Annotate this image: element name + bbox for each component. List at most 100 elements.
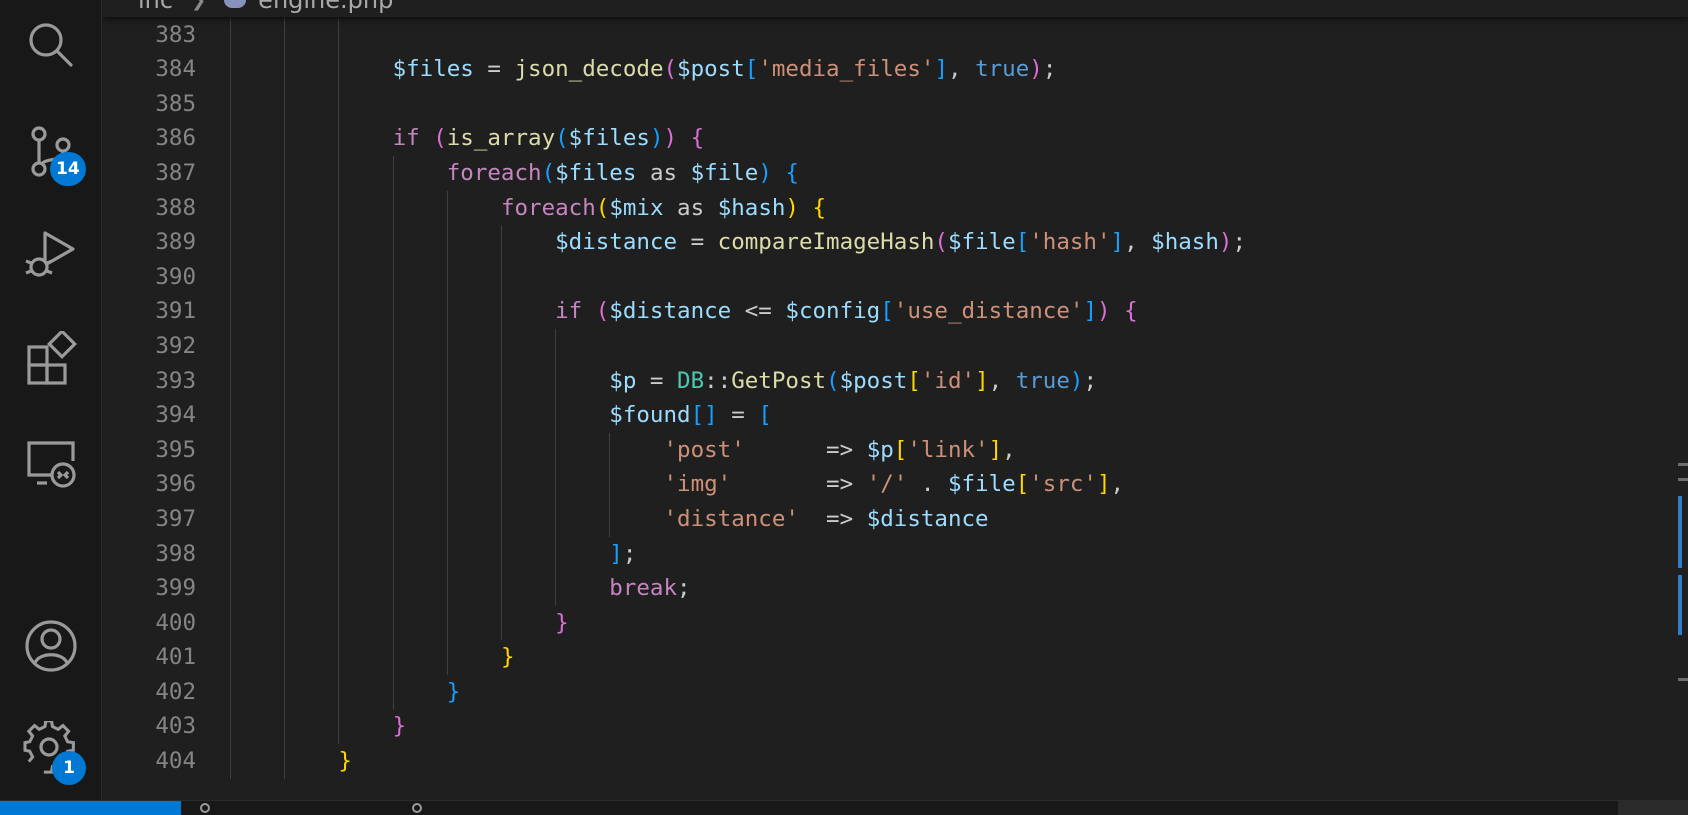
code-token: 'use_distance' xyxy=(893,298,1084,325)
line-text: $p = DB::GetPost($post['id'], true); xyxy=(230,364,1097,399)
code-token: $distance xyxy=(609,298,732,325)
code-token: ( xyxy=(663,56,678,83)
line-number: 400 xyxy=(155,609,196,636)
code-token: $file xyxy=(690,159,759,186)
account-icon[interactable] xyxy=(20,615,82,677)
code-line[interactable]: 388 foreach($mix as $hash) { xyxy=(102,191,1688,226)
code-line[interactable]: 392 xyxy=(102,329,1688,364)
code-token: [ xyxy=(880,298,894,325)
line-number: 389 xyxy=(155,229,196,256)
code-token: => xyxy=(731,471,867,498)
code-line[interactable]: 391 if ($distance <= $config['use_distan… xyxy=(102,294,1688,329)
branch-icon[interactable] xyxy=(200,803,210,813)
code-line[interactable]: 395 'post' => $p['link'], xyxy=(102,433,1688,468)
code-token: $hash xyxy=(1151,229,1219,256)
php-file-icon xyxy=(224,0,247,8)
code-token: { xyxy=(785,159,799,186)
line-text: $distance = compareImageHash($file['hash… xyxy=(230,225,1246,260)
code-token: ] xyxy=(934,56,948,83)
code-token: $hash xyxy=(717,194,786,221)
code-token: foreach xyxy=(500,194,596,221)
line-number: 397 xyxy=(155,505,196,532)
code-token: ] xyxy=(988,436,1003,463)
code-token: . xyxy=(907,471,948,498)
code-line[interactable]: 389 $distance = compareImageHash($file['… xyxy=(102,225,1688,260)
run-debug-icon[interactable] xyxy=(20,222,82,284)
code-line[interactable]: 403 } xyxy=(102,709,1688,744)
code-token: [] xyxy=(690,402,718,429)
code-token: } xyxy=(392,713,407,740)
code-line[interactable]: 387 foreach($files as $file) { xyxy=(102,156,1688,191)
line-number: 384 xyxy=(155,56,196,83)
line-number: 387 xyxy=(155,159,196,186)
code-token: ) xyxy=(649,125,664,152)
breadcrumb-file[interactable]: engine.php xyxy=(258,0,393,14)
code-line[interactable]: 404 } xyxy=(102,744,1688,779)
notifications-area[interactable] xyxy=(1618,801,1688,815)
code-line[interactable]: 393 $p = DB::GetPost($post['id'], true); xyxy=(102,364,1688,399)
search-icon[interactable] xyxy=(20,14,82,76)
code-token: ; xyxy=(1042,56,1057,83)
remote-explorer-icon[interactable] xyxy=(20,432,82,494)
code-token: ( xyxy=(541,159,556,186)
code-line[interactable]: 402 } xyxy=(102,675,1688,710)
code-token: $files xyxy=(392,56,474,83)
code-token: , xyxy=(988,367,1016,394)
code-token: 'img' xyxy=(663,471,732,498)
code-token: } xyxy=(500,644,515,671)
code-token: [ xyxy=(744,56,759,83)
code-line[interactable]: 396 'img' => '/' . $file['src'], xyxy=(102,467,1688,502)
code-token: $p xyxy=(609,367,637,394)
code-line[interactable]: 394 $found[] = [ xyxy=(102,398,1688,433)
line-number: 388 xyxy=(155,194,196,221)
code-token: <= xyxy=(731,298,786,325)
overview-ruler[interactable] xyxy=(1674,0,1688,800)
ruler-mark xyxy=(1678,463,1688,466)
code-token: ( xyxy=(595,298,610,325)
code-token: = xyxy=(636,367,678,394)
ruler-mark xyxy=(1678,478,1688,481)
extensions-icon[interactable] xyxy=(20,328,82,390)
code-token: foreach xyxy=(446,159,542,186)
line-number: 395 xyxy=(155,436,196,463)
code-token: [ xyxy=(893,436,908,463)
code-line[interactable]: 397 'distance' => $distance xyxy=(102,502,1688,537)
code-token: ) xyxy=(1218,229,1233,256)
ruler-mark-modified xyxy=(1678,575,1682,635)
code-line[interactable]: 401 } xyxy=(102,640,1688,675)
remote-indicator[interactable] xyxy=(0,801,181,815)
indent-guide xyxy=(609,432,611,537)
code-line[interactable]: 390 xyxy=(102,260,1688,295)
code-line[interactable]: 398 ]; xyxy=(102,537,1688,572)
line-text: 'post' => $p['link'], xyxy=(230,433,1016,468)
indent-guide xyxy=(392,156,394,710)
line-number: 403 xyxy=(155,713,196,740)
code-token: => xyxy=(798,505,867,532)
code-line[interactable]: 384 $files = json_decode($post['media_fi… xyxy=(102,52,1688,87)
code-token: { xyxy=(812,194,827,221)
breadcrumb-folder[interactable]: inc xyxy=(138,0,173,14)
line-number: 385 xyxy=(155,90,196,117)
code-line[interactable]: 386 if (is_array($files)) { xyxy=(102,121,1688,156)
code-line[interactable]: 399 break; xyxy=(102,571,1688,606)
indent-guide xyxy=(230,0,231,779)
code-token: 'distance' xyxy=(663,505,799,532)
code-line[interactable]: 383 xyxy=(102,18,1688,53)
code-token: ( xyxy=(433,125,447,152)
sync-icon[interactable] xyxy=(412,803,422,813)
code-token: [ xyxy=(907,367,921,394)
code-editor[interactable]: inc ❯ engine.php 382 if ($post['media_fi… xyxy=(102,0,1688,800)
code-token: , xyxy=(1002,436,1016,463)
code-token: } xyxy=(446,678,461,705)
code-line[interactable]: 400 } xyxy=(102,606,1688,641)
line-number: 398 xyxy=(155,540,196,567)
line-text: if ($distance <= $config['use_distance']… xyxy=(230,294,1138,329)
code-token: $distance xyxy=(866,505,989,532)
code-line[interactable]: 385 xyxy=(102,87,1688,122)
code-lines: 382 if ($post['media_files'] !== NULL) {… xyxy=(102,0,1688,779)
code-token: ] xyxy=(1083,298,1097,325)
